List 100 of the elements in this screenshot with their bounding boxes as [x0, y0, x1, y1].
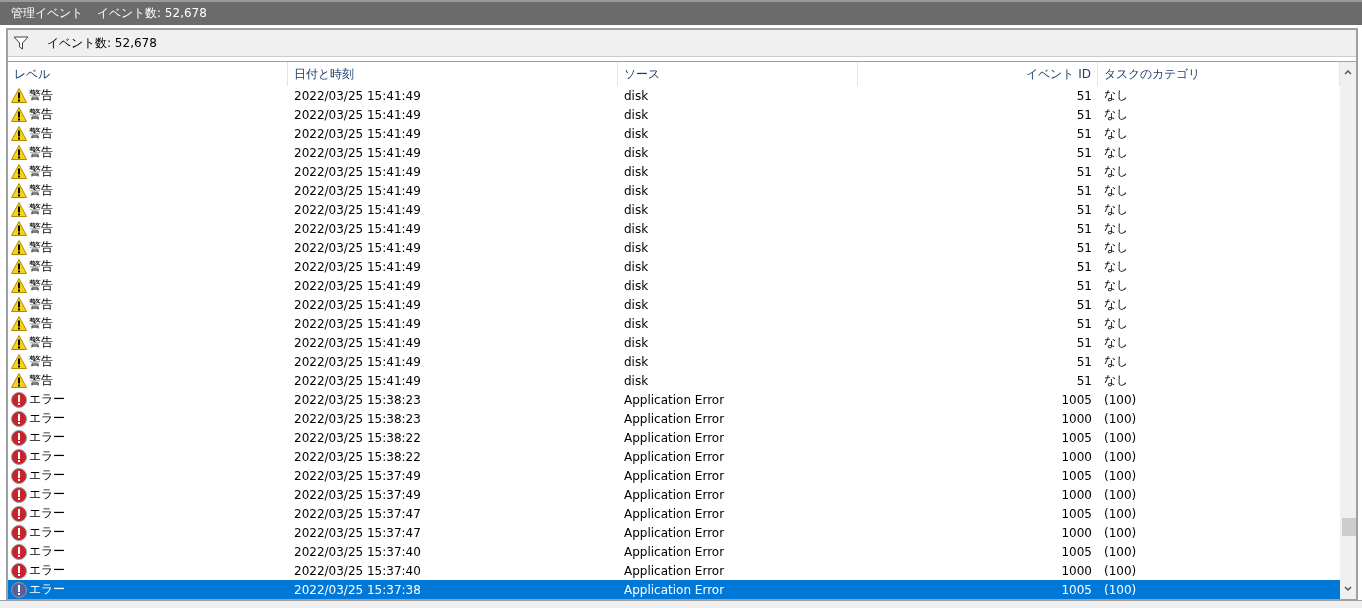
table-cell: (100)	[1104, 392, 1137, 407]
table-cell: 2022/03/25 15:38:23	[294, 411, 421, 426]
table-cell: 2022/03/25 15:41:49	[294, 373, 421, 388]
level-text: エラー	[29, 391, 65, 408]
level-text: 警告	[29, 296, 53, 313]
error-icon	[11, 391, 27, 408]
level-text: 警告	[29, 277, 53, 294]
table-cell: 2022/03/25 15:41:49	[294, 88, 421, 103]
table-cell: 2022/03/25 15:38:22	[294, 449, 421, 464]
table-cell: 2022/03/25 15:41:49	[294, 240, 421, 255]
table-cell: disk	[624, 126, 649, 141]
warning-icon	[11, 164, 27, 179]
level-text: エラー	[29, 467, 65, 484]
table-cell: (100)	[1104, 582, 1137, 597]
table-cell: なし	[1104, 201, 1128, 218]
table-cell: なし	[1104, 334, 1128, 351]
table-cell: 51	[1076, 88, 1092, 103]
table-cell: 2022/03/25 15:41:49	[294, 202, 421, 217]
warning-icon	[11, 126, 27, 141]
table-cell: 51	[1076, 164, 1092, 179]
level-text: 警告	[29, 125, 53, 142]
warning-icon	[11, 354, 27, 369]
table-cell: (100)	[1104, 430, 1137, 445]
table-cell: 2022/03/25 15:37:47	[294, 525, 421, 540]
table-cell: disk	[624, 88, 649, 103]
column-header[interactable]: ソース	[618, 62, 858, 86]
table-cell: なし	[1104, 163, 1128, 180]
table-cell: 1005	[1061, 544, 1092, 559]
level-text: 警告	[29, 239, 53, 256]
table-cell: なし	[1104, 220, 1128, 237]
table-cell: 1000	[1061, 563, 1092, 578]
table-cell: なし	[1104, 353, 1128, 370]
error-icon	[11, 486, 27, 503]
scroll-up-icon[interactable]	[1343, 68, 1353, 76]
level-text: 警告	[29, 372, 53, 389]
table-cell: なし	[1104, 296, 1128, 313]
warning-icon	[11, 373, 27, 388]
table-cell: 2022/03/25 15:41:49	[294, 183, 421, 198]
level-text: 警告	[29, 258, 53, 275]
window-title: 管理イベント	[11, 5, 83, 22]
table-cell: なし	[1104, 144, 1128, 161]
warning-icon	[11, 335, 27, 350]
table-cell: 2022/03/25 15:37:40	[294, 544, 421, 559]
table-cell: (100)	[1104, 468, 1137, 483]
table-cell: disk	[624, 202, 649, 217]
filter-icon[interactable]	[13, 36, 29, 50]
table-cell: 1000	[1061, 487, 1092, 502]
scroll-thumb[interactable]	[1342, 518, 1356, 536]
table-cell: なし	[1104, 87, 1128, 104]
table-cell: 2022/03/25 15:37:49	[294, 468, 421, 483]
table-cell: disk	[624, 183, 649, 198]
table-cell: 1000	[1061, 525, 1092, 540]
table-cell: disk	[624, 221, 649, 236]
table-cell: Application Error	[624, 430, 725, 445]
table-cell: Application Error	[624, 563, 725, 578]
level-text: 警告	[29, 201, 53, 218]
error-icon	[11, 448, 27, 465]
column-header[interactable]: 日付と時刻	[288, 62, 618, 86]
column-header[interactable]: イベント ID	[858, 62, 1098, 86]
table-cell: disk	[624, 297, 649, 312]
column-header[interactable]: レベル	[8, 62, 288, 86]
level-text: 警告	[29, 106, 53, 123]
table-cell: 1005	[1061, 468, 1092, 483]
level-text: 警告	[29, 220, 53, 237]
error-icon	[11, 467, 27, 484]
table-cell: disk	[624, 316, 649, 331]
table-cell: disk	[624, 354, 649, 369]
table-cell: 2022/03/25 15:41:49	[294, 278, 421, 293]
table-cell: disk	[624, 107, 649, 122]
table-cell: 51	[1076, 107, 1092, 122]
warning-icon	[11, 240, 27, 255]
table-cell: Application Error	[624, 449, 725, 464]
scrollbar[interactable]	[1340, 62, 1356, 599]
table-cell: 2022/03/25 15:38:22	[294, 430, 421, 445]
table-cell: (100)	[1104, 411, 1137, 426]
table-cell: 51	[1076, 145, 1092, 160]
table-cell: なし	[1104, 182, 1128, 199]
table-cell: 2022/03/25 15:37:40	[294, 563, 421, 578]
level-text: エラー	[29, 448, 65, 465]
table-cell: Application Error	[624, 582, 725, 597]
table-cell: 1005	[1061, 506, 1092, 521]
table-cell: 51	[1076, 126, 1092, 141]
table-cell: 2022/03/25 15:41:49	[294, 145, 421, 160]
table-cell: (100)	[1104, 525, 1137, 540]
table-cell: 51	[1076, 221, 1092, 236]
table-cell: Application Error	[624, 506, 725, 521]
table-cell: なし	[1104, 125, 1128, 142]
level-text: 警告	[29, 163, 53, 180]
level-text: エラー	[29, 543, 65, 560]
table-cell: disk	[624, 145, 649, 160]
table-cell: disk	[624, 240, 649, 255]
level-text: エラー	[29, 429, 65, 446]
error-icon	[11, 543, 27, 560]
table-cell: (100)	[1104, 506, 1137, 521]
level-text: エラー	[29, 486, 65, 503]
level-text: エラー	[29, 581, 65, 598]
table-cell: 51	[1076, 259, 1092, 274]
table-cell: 2022/03/25 15:38:23	[294, 392, 421, 407]
scroll-down-icon[interactable]	[1343, 585, 1353, 593]
warning-icon	[11, 145, 27, 160]
